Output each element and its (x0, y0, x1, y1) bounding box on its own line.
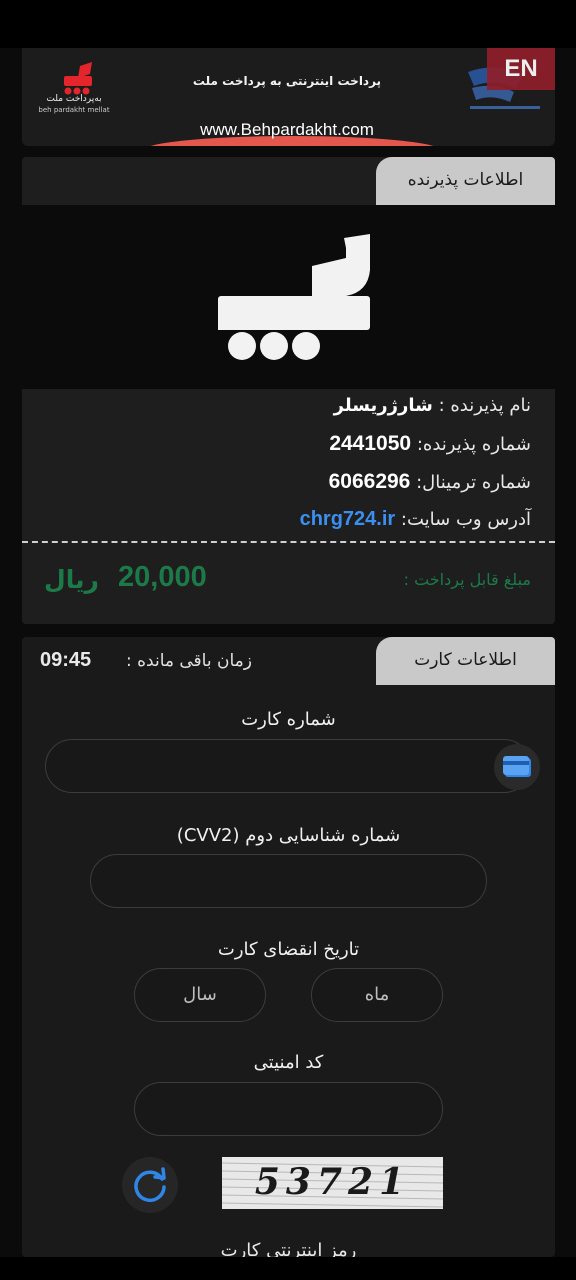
card-list-button[interactable] (494, 744, 540, 790)
merchant-section-header: اطلاعات پذیرنده (22, 157, 555, 205)
amount-label: مبلغ قابل پرداخت : (403, 570, 531, 589)
expiry-month-placeholder: ماه (364, 984, 390, 1005)
header-title: پرداخت اینترنتی به پرداخت ملت (192, 74, 382, 88)
merchant-number-row: شماره پذیرنده: 2441050 (329, 432, 531, 456)
security-code-label: کد امنیتی (253, 1052, 324, 1073)
header-url[interactable]: www.Behpardakht.com (172, 120, 402, 140)
amount-unit: ریال (44, 565, 99, 594)
expiry-year-placeholder: سال (183, 984, 217, 1005)
merchant-logo-area (22, 205, 555, 389)
merchant-section-title: اطلاعات پذیرنده (376, 157, 555, 205)
behpardakht-logo-subtext: beh pardakht mellat (38, 106, 110, 114)
captcha-refresh-button[interactable] (122, 1157, 178, 1213)
card-info-card: اطلاعات کارت 09:45 زمان باقی مانده : شما… (22, 637, 555, 1257)
website-label: آدرس وب سایت: (400, 509, 531, 530)
navigation-bar (0, 1257, 576, 1280)
cvv2-input[interactable] (90, 854, 487, 908)
merchant-info-card: اطلاعات پذیرنده نام پذیرنده : شارژ‌ریسلر… (22, 157, 555, 624)
expiry-label: تاریخ انقضای کارت (217, 939, 360, 960)
internet-pin-label: رمز اینترنتی کارت (220, 1240, 357, 1257)
cvv2-label: شماره شناسایی دوم (CVV2) (176, 825, 401, 846)
amount-divider (22, 541, 555, 543)
card-number-input[interactable] (45, 739, 540, 793)
expiry-year-input[interactable]: سال (134, 968, 266, 1022)
terminal-number-label: شماره ترمینال: (416, 472, 531, 493)
bank-header: به‌پرداخت ملت beh pardakht mellat پرداخت… (22, 48, 555, 146)
website-link[interactable]: chrg724.ir (300, 508, 396, 530)
website-row: آدرس وب سایت: chrg724.ir (300, 508, 531, 531)
merchant-name-row: نام پذیرنده : شارژ‌ریسلر (334, 395, 531, 416)
merchant-name-value: شارژ‌ریسلر (333, 395, 433, 416)
terminal-number-value: 6066296 (328, 470, 411, 493)
timer-label: زمان باقی مانده : (126, 651, 252, 671)
language-en-button[interactable]: EN (487, 48, 555, 90)
security-code-input[interactable] (134, 1082, 443, 1136)
timer-value: 09:45 (40, 649, 92, 671)
refresh-icon (134, 1167, 166, 1202)
merchant-number-value: 2441050 (329, 432, 412, 455)
card-number-label: شماره کارت (241, 709, 336, 730)
card-section-title: اطلاعات کارت (376, 637, 555, 685)
amount-value: 20,000 (118, 561, 207, 593)
captcha-text: 53721 (254, 1161, 411, 1203)
merchant-logo (218, 234, 370, 360)
expiry-month-input[interactable]: ماه (311, 968, 443, 1022)
captcha-image: 53721 (222, 1157, 443, 1209)
merchant-details: نام پذیرنده : شارژ‌ریسلر شماره پذیرنده: … (22, 389, 555, 624)
merchant-name-label: نام پذیرنده : (438, 395, 531, 416)
behpardakht-logo-text: به‌پرداخت ملت (46, 94, 102, 104)
credit-card-icon (503, 756, 531, 777)
merchant-number-label: شماره پذیرنده: (416, 434, 531, 455)
terminal-number-row: شماره ترمینال: 6066296 (329, 470, 531, 494)
status-bar (0, 0, 576, 48)
